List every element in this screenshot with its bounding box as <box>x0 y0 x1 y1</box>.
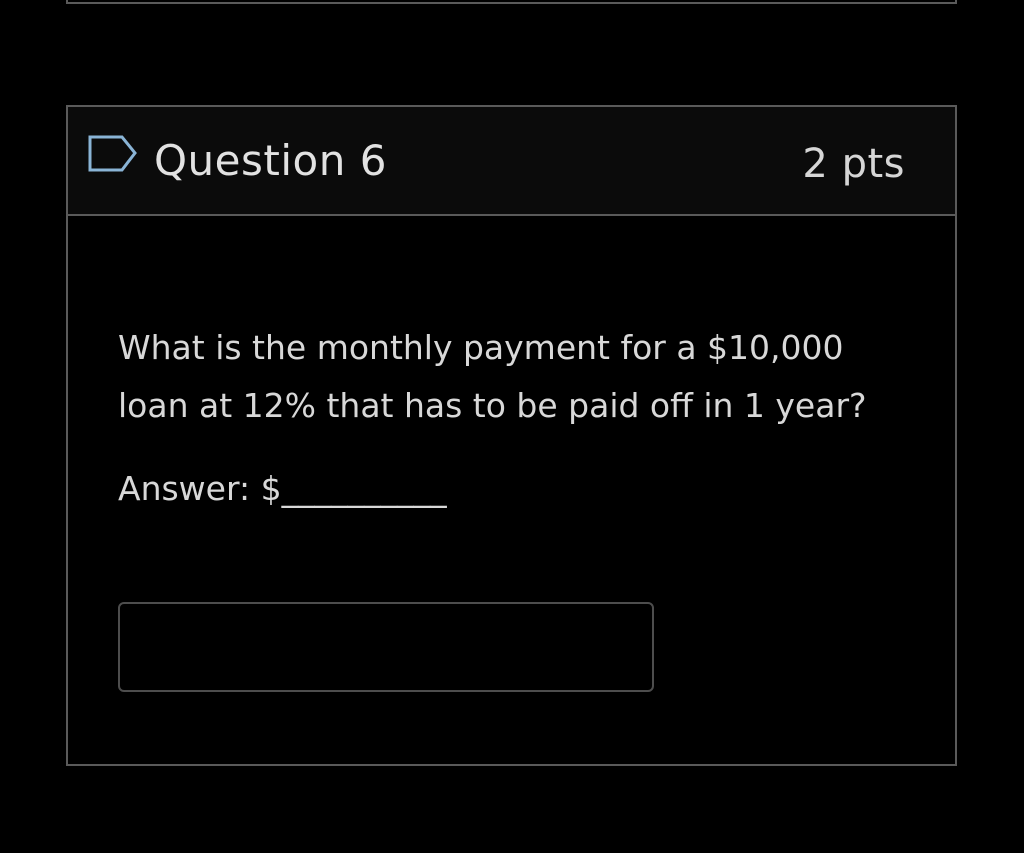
question-card: Question 6 2 pts What is the monthly pay… <box>66 105 957 766</box>
flag-icon[interactable] <box>88 134 138 174</box>
answer-prompt: Answer: $__________ <box>118 469 447 508</box>
question-header: Question 6 2 pts <box>68 107 955 216</box>
question-text: What is the monthly payment for a $10,00… <box>118 328 867 425</box>
question-points: 2 pts <box>802 141 905 187</box>
question-title: Question 6 <box>154 136 387 185</box>
answer-input[interactable] <box>118 602 654 692</box>
previous-question-card-edge <box>66 0 957 4</box>
